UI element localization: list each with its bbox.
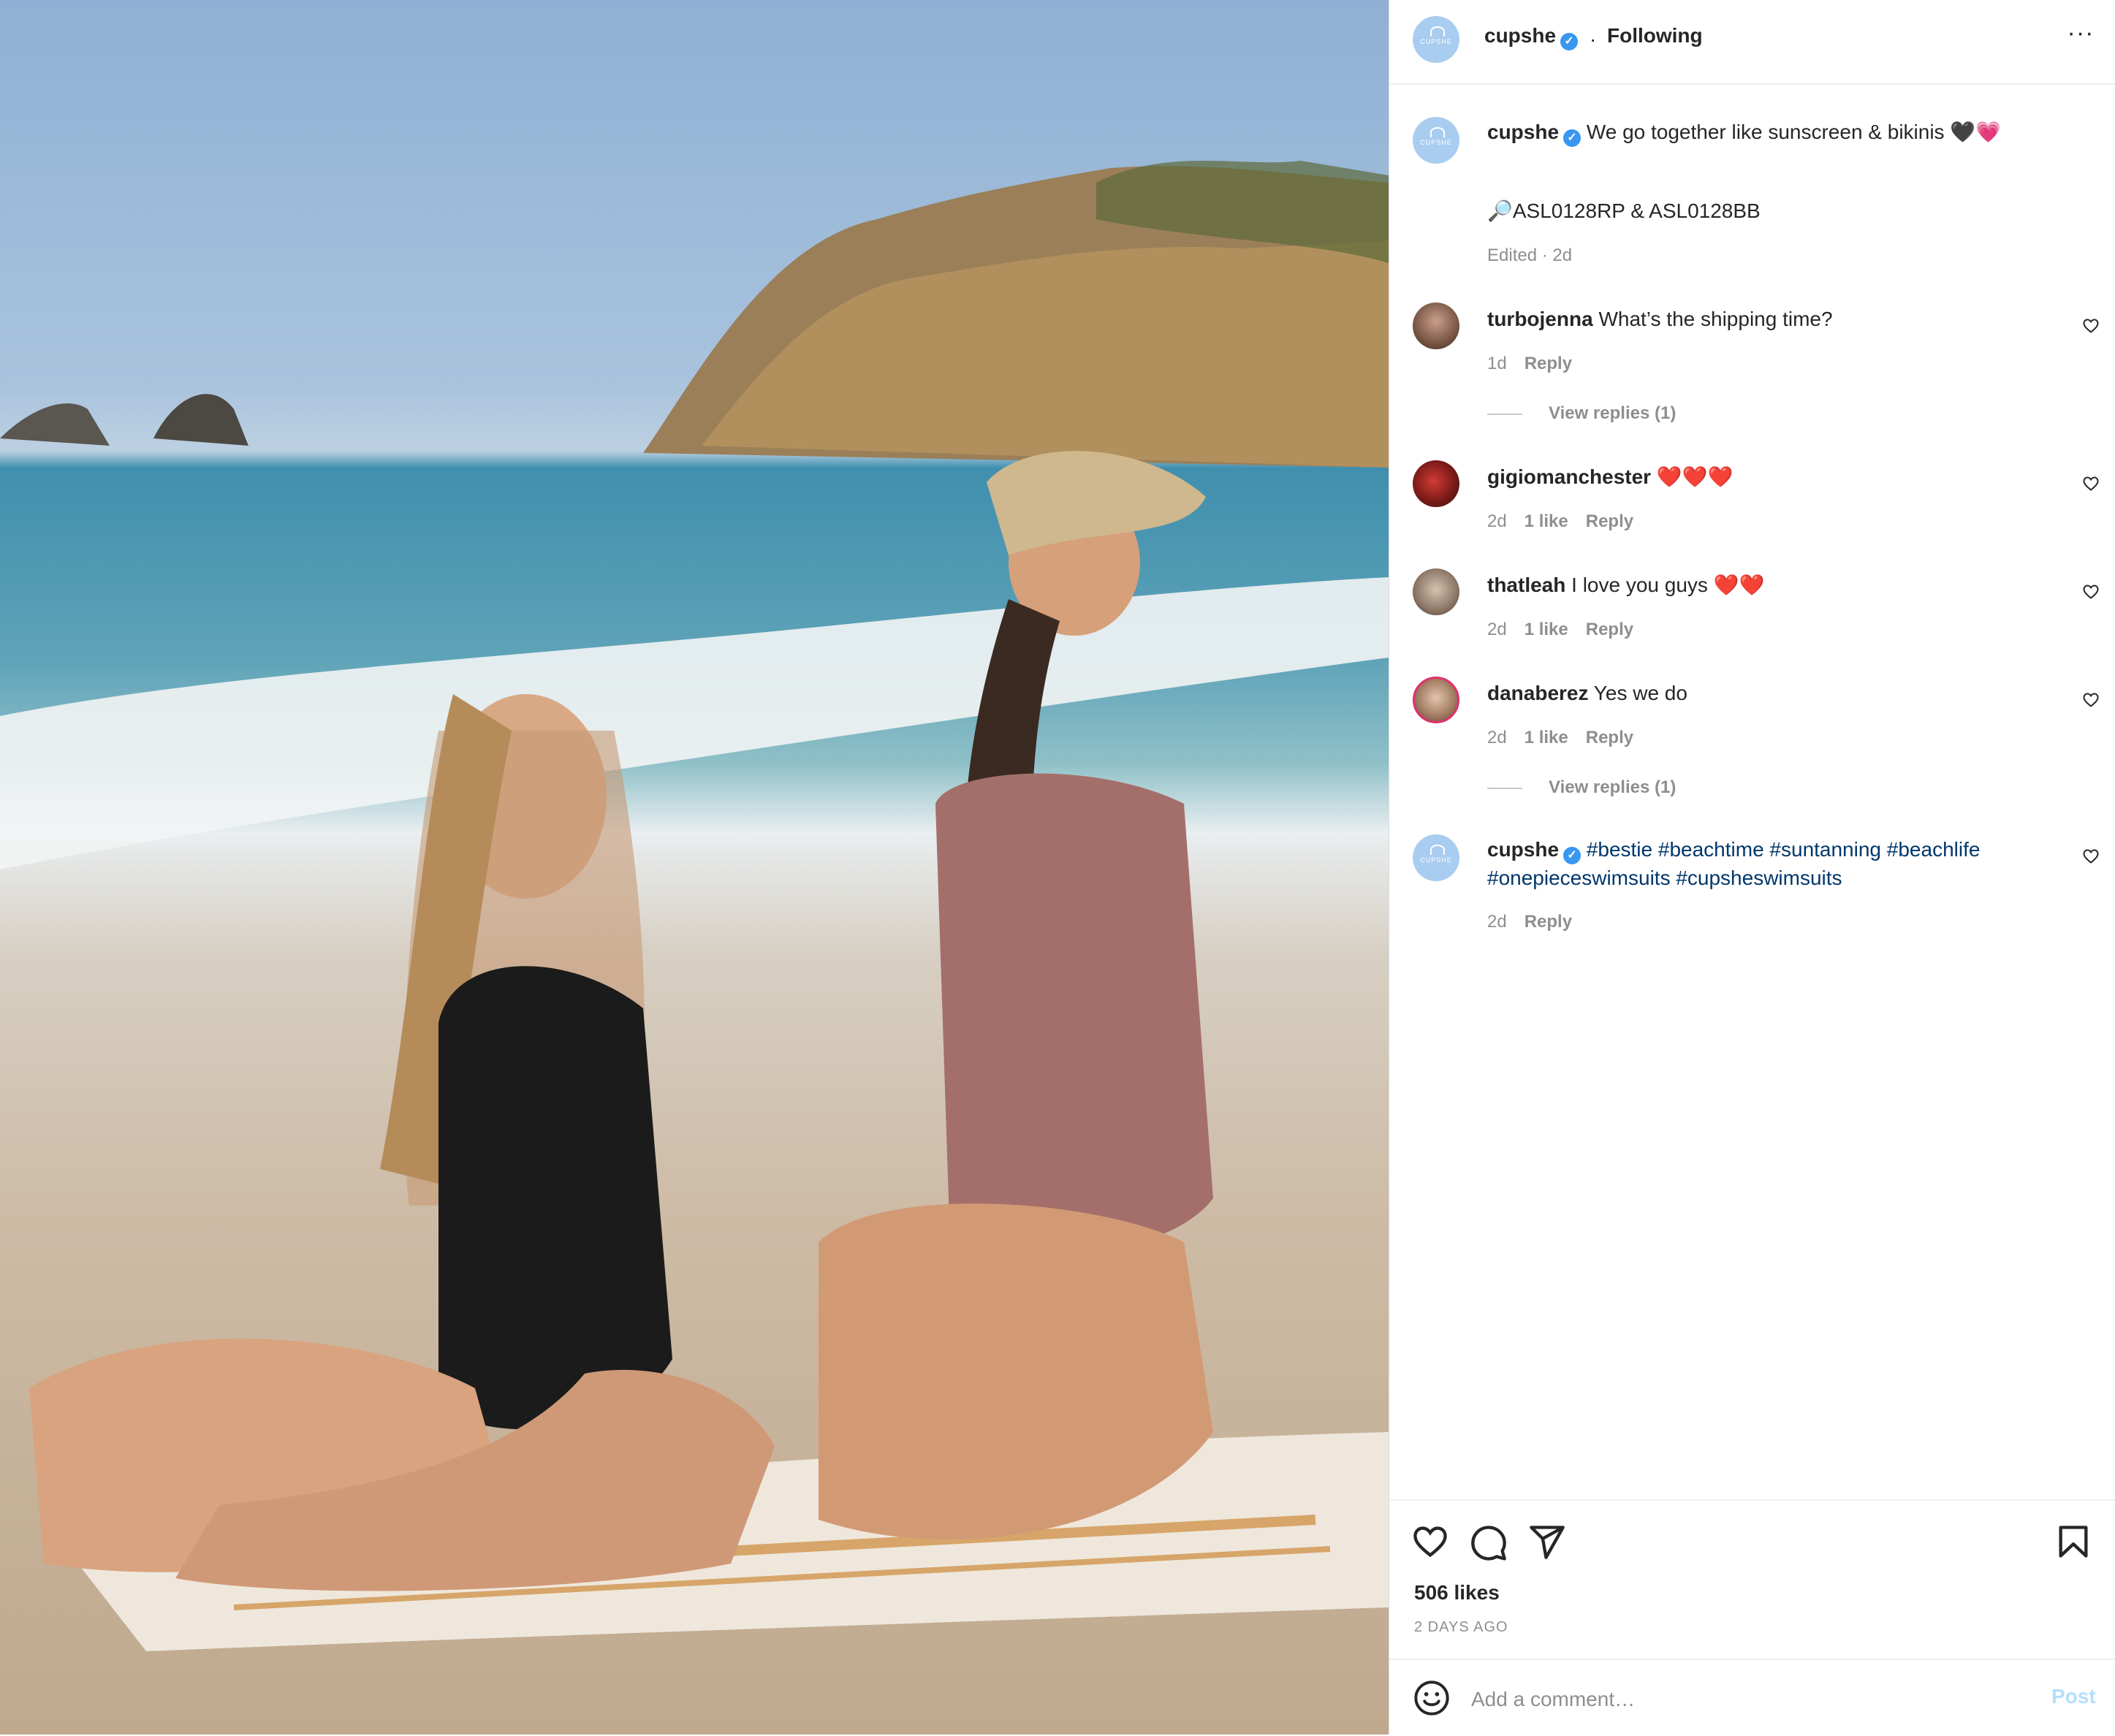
hashtag-links[interactable]: #bestie #beachtime #suntanning #beachlif… (1487, 838, 1980, 889)
verified-badge-icon: ✓ (1563, 129, 1581, 147)
comment-like-heart-icon[interactable] (2082, 317, 2100, 335)
comments-list[interactable]: CUPSHE cupshe ✓ We go together like sunsc… (1389, 83, 2115, 1499)
verified-badge-icon: ✓ (1560, 33, 1579, 50)
post-comment-button[interactable]: Post (2051, 1685, 2096, 1708)
beach-photo-illustration (0, 161, 1389, 1651)
comment-text: gigiomanchester ❤️❤️❤️ (1487, 463, 2043, 490)
comment-body: ❤️❤️❤️ (1656, 465, 1734, 488)
comment-username[interactable]: cupshe (1487, 838, 1559, 861)
palm-logo-icon (1430, 127, 1445, 137)
palm-logo-icon (1430, 26, 1445, 37)
comment-meta: 2d 1 like Reply (1487, 511, 1651, 532)
caption-text: cupshe ✓ We go together like sunscreen & … (1487, 118, 2043, 147)
comment-time: 2d (1487, 511, 1507, 531)
comment-reply-button[interactable]: Reply (1586, 728, 1633, 747)
comment-time: 2d (1487, 728, 1507, 747)
caption-body: We go together like sunscreen & bikinis … (1586, 121, 2002, 143)
comment-time: 1d (1487, 354, 1507, 373)
comment-meta: 1d Reply (1487, 354, 1590, 374)
post-actions: 506 likes 2 DAYS AGO (1389, 1499, 2115, 1660)
comment-text: turbojenna What’s the shipping time? (1487, 305, 2043, 332)
view-replies-button[interactable]: View replies (1) (1487, 403, 1676, 424)
caption-product-codes: 🔎ASL0128RP & ASL0128BB (1487, 199, 1761, 222)
comment-body: Yes we do (1593, 682, 1687, 704)
add-comment-input[interactable] (1471, 1685, 2012, 1714)
comment-avatar[interactable]: CUPSHE (1413, 834, 1459, 881)
comment-meta: 2d 1 like Reply (1487, 620, 1651, 640)
comment-reply-button[interactable]: Reply (1586, 511, 1633, 531)
comment-avatar[interactable] (1413, 568, 1459, 615)
verified-badge-icon: ✓ (1563, 847, 1581, 864)
author-username-row: cupshe ✓ (1484, 24, 1579, 50)
comment-text: danaberez Yes we do (1487, 679, 2043, 707)
comment-likes[interactable]: 1 like (1524, 511, 1568, 531)
comment-likes[interactable]: 1 like (1524, 620, 1568, 639)
view-replies-line (1487, 413, 1522, 415)
save-bookmark-icon[interactable] (2054, 1523, 2092, 1561)
comment-time: 2d (1487, 620, 1507, 639)
comment-text: cupshe ✓ #bestie #beachtime #suntanning #… (1487, 836, 2043, 891)
comment-body: What’s the shipping time? (1598, 308, 1833, 330)
comment-like-heart-icon[interactable] (2082, 691, 2100, 709)
post-date: 2 DAYS AGO (1414, 1619, 1508, 1635)
author-avatar[interactable]: CUPSHE (1413, 16, 1459, 63)
comment-avatar[interactable] (1413, 460, 1459, 507)
caption-username[interactable]: cupshe (1487, 121, 1559, 143)
author-username[interactable]: cupshe (1484, 24, 1556, 47)
separator-dot: · (1590, 28, 1597, 50)
post-photo[interactable] (0, 0, 1389, 1735)
comment-reply-button[interactable]: Reply (1524, 354, 1572, 373)
more-options-icon[interactable]: ··· (2066, 20, 2095, 51)
comment-body: I love you guys ❤️❤️ (1571, 574, 1765, 596)
comment-meta: 2d Reply (1487, 912, 1590, 932)
comment-text: thatleah I love you guys ❤️❤️ (1487, 571, 2043, 598)
caption-meta: Edited · 2d (1487, 245, 1573, 265)
comment-likes[interactable]: 1 like (1524, 728, 1568, 747)
comment-username[interactable]: danaberez (1487, 682, 1589, 704)
comment-reply-button[interactable]: Reply (1586, 620, 1633, 639)
comment-username[interactable]: thatleah (1487, 574, 1565, 596)
share-send-icon[interactable] (1528, 1523, 1566, 1561)
likes-count[interactable]: 506 likes (1414, 1581, 1500, 1604)
comment-reply-button[interactable]: Reply (1524, 912, 1572, 932)
post-header: CUPSHE cupshe ✓ · Following ··· (1389, 0, 2115, 85)
comment-like-heart-icon[interactable] (2082, 583, 2100, 601)
comment-avatar-story-ring[interactable] (1413, 677, 1459, 723)
comment-username[interactable]: turbojenna (1487, 308, 1593, 330)
palm-logo-icon (1430, 845, 1445, 855)
comment-time: 2d (1487, 912, 1507, 932)
view-replies-line (1487, 787, 1522, 789)
caption-author-avatar[interactable]: CUPSHE (1413, 117, 1459, 164)
post-side-panel: CUPSHE cupshe ✓ · Following ··· CUPSHE cu… (1389, 0, 2115, 1735)
comment-meta: 2d 1 like Reply (1487, 728, 1651, 748)
emoji-smiley-icon[interactable] (1413, 1679, 1451, 1717)
comment-avatar[interactable] (1413, 302, 1459, 349)
following-button[interactable]: Following (1607, 24, 1703, 47)
comment-username[interactable]: gigiomanchester (1487, 465, 1651, 488)
comment-like-heart-icon[interactable] (2082, 848, 2100, 865)
like-heart-icon[interactable] (1411, 1523, 1449, 1561)
comment-bubble-icon[interactable] (1470, 1523, 1508, 1561)
add-comment-bar: Post (1389, 1659, 2115, 1736)
comment-like-heart-icon[interactable] (2082, 475, 2100, 492)
view-replies-button[interactable]: View replies (1) (1487, 777, 1676, 798)
post-viewer: CUPSHE cupshe ✓ · Following ··· CUPSHE cu… (0, 0, 2115, 1735)
